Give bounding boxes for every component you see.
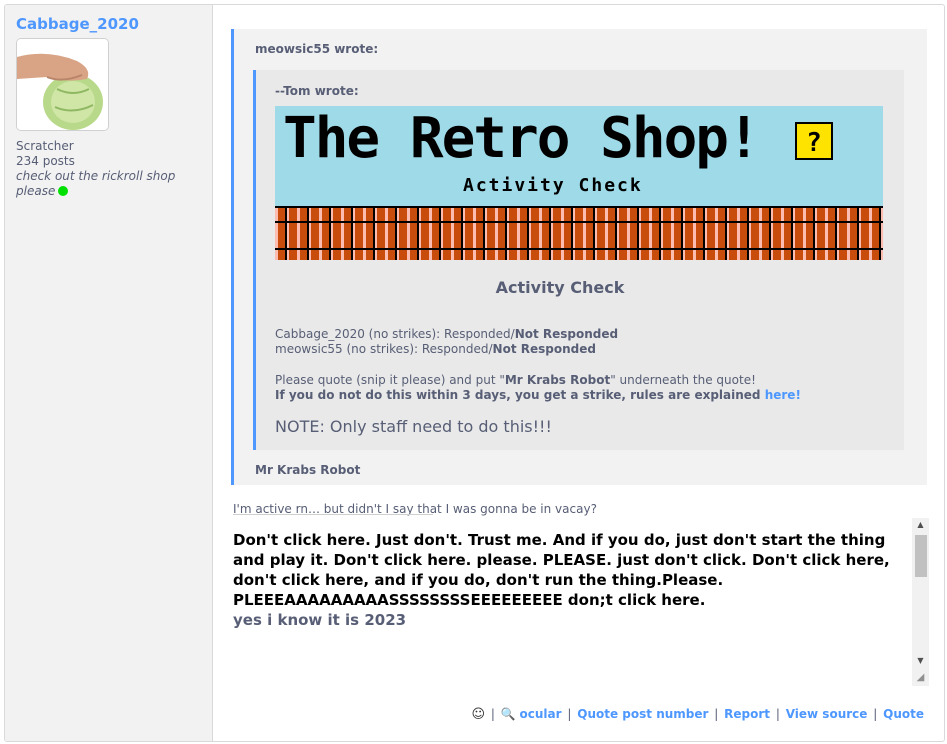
status-line-meowsic: meowsic55 (no strikes): Responded/Not Re…	[275, 342, 596, 356]
instruction-text: Please quote (snip it please) and put "	[275, 373, 505, 387]
status-line-cabbage: Cabbage_2020 (no strikes): Responded/Not…	[275, 327, 618, 341]
staff-note: NOTE: Only staff need to do this!!!	[275, 417, 552, 436]
status-line-meowsic-text: meowsic55 (no strikes): Responded/	[275, 342, 493, 356]
report-link[interactable]: Report	[724, 707, 770, 721]
action-separator: |	[775, 707, 780, 721]
post-sidebar: Cabbage_2020 Scratcher 234 posts check o…	[5, 5, 213, 741]
status-line-cabbage-text: Cabbage_2020 (no strikes): Responded/	[275, 327, 515, 341]
status-text: check out the rickroll shop please	[16, 169, 176, 198]
outer-quote-signature: Mr Krabs Robot	[255, 463, 361, 477]
ocular-link[interactable]: ocular	[520, 707, 562, 721]
instruction-bold: Mr Krabs Robot	[504, 373, 611, 387]
activity-check-heading: Activity Check	[495, 278, 625, 297]
scroll-down-arrow-icon[interactable]: ▼	[912, 654, 929, 668]
quote-post-number-link[interactable]: Quote post number	[577, 707, 708, 721]
post-count: 234 posts	[16, 154, 75, 168]
forum-post: Cabbage_2020 Scratcher 234 posts check o…	[4, 4, 945, 742]
question-block-icon: ?	[795, 122, 833, 160]
magnifier-icon[interactable]: 🔍	[501, 707, 516, 721]
action-separator: |	[567, 707, 572, 721]
status-line-meowsic-bold: Not Responded	[492, 342, 596, 356]
signature-text: Don't click here. Just don't. Trust me. …	[233, 530, 893, 630]
action-separator: |	[714, 707, 719, 721]
inner-quote-author: --Tom wrote:	[275, 84, 359, 98]
instruction-suffix: " underneath the quote!	[610, 373, 756, 387]
banner-title: The Retro Shop!	[283, 106, 761, 171]
status-line-cabbage-bold: Not Responded	[514, 327, 619, 341]
post-actions: ☺ | 🔍 ocular | Quote post number | Repor…	[471, 707, 924, 722]
brick-ground	[275, 206, 883, 260]
warning-line: If you do not do this within 3 days, you…	[275, 388, 801, 402]
resize-grip-icon[interactable]: ◢	[912, 670, 929, 686]
signature-scrollbar[interactable]: ▲ ▼ ◢	[912, 518, 929, 686]
instruction-line: Please quote (snip it please) and put "M…	[275, 373, 756, 387]
post-content: meowsic55 wrote: --Tom wrote: The Retro …	[214, 5, 944, 741]
signature-last-line: yes i know it is 2023	[233, 611, 407, 629]
warning-text: If you do not do this within 3 days, you…	[275, 388, 765, 402]
view-source-link[interactable]: View source	[786, 707, 868, 721]
rules-link[interactable]: here!	[765, 388, 801, 402]
scroll-thumb[interactable]	[915, 535, 927, 577]
action-separator: |	[873, 707, 878, 721]
online-indicator-icon	[58, 186, 69, 196]
retro-shop-banner: The Retro Shop! ? Activity Check	[275, 106, 883, 260]
inner-quote: --Tom wrote: The Retro Shop! ? Activity …	[253, 70, 904, 450]
signature-box[interactable]: Don't click here. Just don't. Trust me. …	[231, 514, 929, 686]
outer-quote: meowsic55 wrote: --Tom wrote: The Retro …	[231, 29, 927, 485]
smiley-icon[interactable]: ☺	[471, 707, 485, 722]
action-separator: |	[490, 707, 495, 721]
signature-main-text: Don't click here. Just don't. Trust me. …	[233, 531, 890, 609]
avatar[interactable]	[16, 38, 109, 131]
outer-quote-author: meowsic55 wrote:	[255, 42, 379, 56]
user-status: check out the rickroll shop please	[16, 169, 206, 199]
username-link[interactable]: Cabbage_2020	[16, 15, 139, 33]
quote-link[interactable]: Quote	[883, 707, 924, 721]
signature-divider	[233, 514, 433, 515]
user-rank: Scratcher	[16, 139, 74, 153]
scroll-up-arrow-icon[interactable]: ▲	[912, 518, 929, 532]
banner-subtitle: Activity Check	[463, 175, 643, 196]
